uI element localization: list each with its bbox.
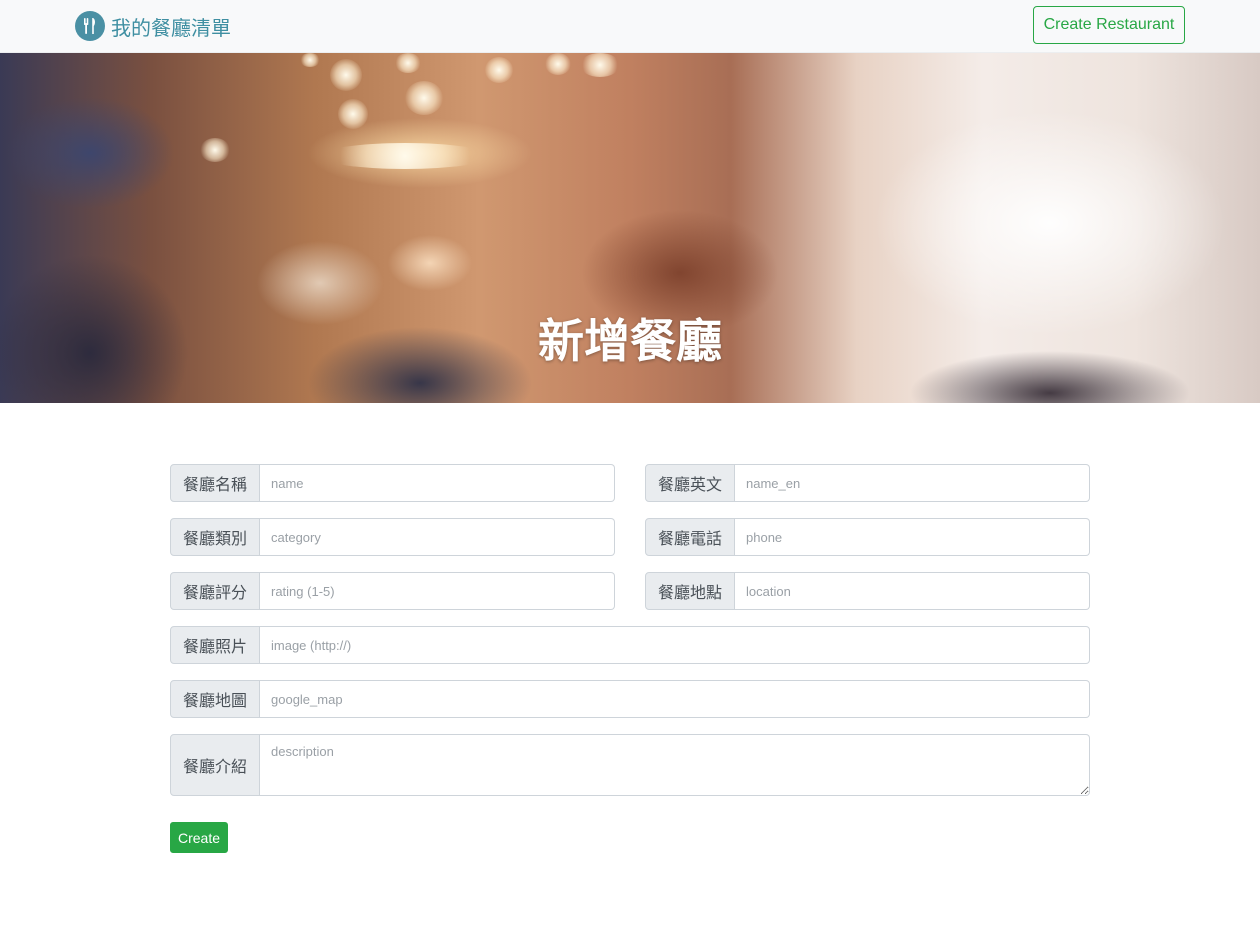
field-name-en-label: 餐廳英文 bbox=[645, 464, 735, 502]
fork-knife-icon bbox=[75, 11, 105, 41]
field-phone-label: 餐廳電話 bbox=[645, 518, 735, 556]
field-category-label: 餐廳類別 bbox=[170, 518, 260, 556]
category-input[interactable] bbox=[260, 518, 615, 556]
google-map-input[interactable] bbox=[260, 680, 1090, 718]
phone-input[interactable] bbox=[735, 518, 1090, 556]
field-description-group: 餐廳介紹 bbox=[170, 734, 1090, 796]
field-google-map-label: 餐廳地圖 bbox=[170, 680, 260, 718]
field-name-group: 餐廳名稱 bbox=[170, 464, 615, 502]
create-restaurant-button[interactable]: Create Restaurant bbox=[1033, 6, 1185, 44]
image-input[interactable] bbox=[260, 626, 1090, 664]
field-name-en-group: 餐廳英文 bbox=[645, 464, 1090, 502]
rating-input[interactable] bbox=[260, 572, 615, 610]
field-phone-group: 餐廳電話 bbox=[645, 518, 1090, 556]
field-rating-label: 餐廳評分 bbox=[170, 572, 260, 610]
page-title: 新增餐廳 bbox=[538, 314, 722, 368]
brand-link[interactable]: 我的餐廳清單 bbox=[75, 11, 231, 41]
field-name-label: 餐廳名稱 bbox=[170, 464, 260, 502]
field-image-group: 餐廳照片 bbox=[170, 626, 1090, 664]
description-textarea[interactable] bbox=[260, 734, 1090, 796]
create-button[interactable]: Create bbox=[170, 822, 228, 853]
field-description-label: 餐廳介紹 bbox=[170, 734, 260, 796]
field-location-group: 餐廳地點 bbox=[645, 572, 1090, 610]
hero-banner: 新增餐廳 bbox=[0, 53, 1260, 403]
brand-title: 我的餐廳清單 bbox=[111, 15, 231, 40]
field-google-map-group: 餐廳地圖 bbox=[170, 680, 1090, 718]
field-image-label: 餐廳照片 bbox=[170, 626, 260, 664]
name-input[interactable] bbox=[260, 464, 615, 502]
navbar: 我的餐廳清單 Create Restaurant bbox=[0, 0, 1260, 53]
name-en-input[interactable] bbox=[735, 464, 1090, 502]
field-category-group: 餐廳類別 bbox=[170, 518, 615, 556]
field-location-label: 餐廳地點 bbox=[645, 572, 735, 610]
location-input[interactable] bbox=[735, 572, 1090, 610]
field-rating-group: 餐廳評分 bbox=[170, 572, 615, 610]
